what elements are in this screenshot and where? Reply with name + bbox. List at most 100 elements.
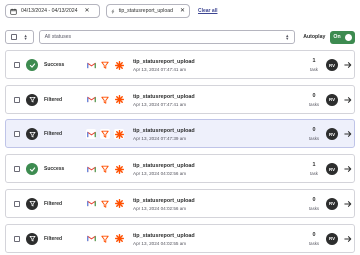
check-icon (26, 163, 38, 176)
zapier-app-icon (114, 164, 124, 175)
filter-app-icon (100, 60, 110, 70)
app-steps (86, 94, 124, 105)
run-row[interactable]: Filtered tip_statusreport_upload Apr 13,… (5, 188, 355, 218)
status-select[interactable]: All statuses ▲ ▼ (38, 30, 296, 44)
task-count: 0 (312, 127, 316, 134)
close-icon[interactable]: ✕ (85, 8, 90, 14)
avatar: RV (326, 163, 338, 176)
close-icon[interactable]: ✕ (180, 8, 185, 14)
toggle-label: On (333, 34, 341, 40)
bolt-icon (111, 9, 115, 13)
run-row[interactable]: Filtered tip_statusreport_upload Apr 13,… (5, 223, 355, 253)
task-count-label: tasks (308, 205, 320, 211)
updown-icon: ▲ ▼ (285, 33, 290, 41)
autoplay-label: Autoplay (303, 34, 326, 40)
filter-icon (26, 232, 38, 245)
run-date: Apr 13, 2024 04:02:56 am (133, 205, 187, 211)
zap-title: tip_statusreport_upload (133, 163, 195, 170)
avatar: RV (326, 128, 338, 141)
row-checkbox[interactable] (14, 62, 20, 68)
avatar: RV (326, 93, 338, 106)
avatar: RV (326, 232, 338, 245)
gmail-icon (86, 129, 96, 140)
run-status: Filtered (44, 235, 63, 242)
zapier-app-icon (114, 94, 124, 105)
run-status: Filtered (44, 96, 63, 103)
filter-app-icon (100, 198, 110, 209)
zapier-app-icon (114, 129, 124, 140)
zapier-app-icon (114, 198, 124, 209)
run-status: Success (44, 62, 65, 68)
task-count-label: tasks (308, 101, 320, 107)
date-range-value: 04/13/2024 - 04/13/2024 (21, 8, 78, 14)
row-checkbox[interactable] (14, 166, 20, 173)
run-row[interactable]: Success tip_statusreport_upload Apr 13, … (5, 154, 355, 184)
run-date: Apr 13, 2024 07:47:41 am (133, 67, 187, 72)
zap-title: tip_statusreport_upload (133, 59, 195, 65)
date-range-filter[interactable]: 04/13/2024 - 04/13/2024 ✕ (5, 4, 100, 18)
arrow-right-icon[interactable] (343, 94, 353, 106)
row-checkbox[interactable] (14, 235, 20, 242)
run-status: Success (44, 166, 65, 173)
app-steps (86, 198, 124, 209)
select-all-dropdown[interactable]: ▲ ▼ (5, 30, 34, 44)
zap-title: tip_statusreport_upload (133, 128, 195, 135)
zap-filter[interactable]: tip_statusreport_upload ✕ (106, 4, 190, 18)
calendar-icon (10, 8, 17, 15)
run-row[interactable]: Success tip_statusreport_upload Apr 13, … (5, 50, 355, 79)
avatar: RV (326, 59, 338, 71)
zap-filter-value: tip_statusreport_upload (118, 8, 173, 14)
task-count: 0 (312, 92, 316, 99)
check-icon (26, 59, 38, 71)
filter-icon (26, 93, 38, 106)
autoplay-toggle[interactable]: On (330, 30, 355, 44)
task-count-label: tasks (308, 240, 320, 246)
row-checkbox[interactable] (14, 96, 20, 103)
task-count-label: tasks (308, 136, 320, 142)
zap-title: tip_statusreport_upload (133, 93, 195, 100)
filter-app-icon (100, 164, 110, 175)
app-steps (86, 60, 124, 70)
zap-title: tip_statusreport_upload (133, 232, 195, 239)
status-select-value: All statuses (44, 34, 72, 40)
controls-bar: ▲ ▼ All statuses ▲ ▼ Autoplay On (5, 30, 355, 44)
arrow-right-icon[interactable] (343, 233, 353, 245)
run-row[interactable]: Filtered tip_statusreport_upload Apr 13,… (5, 84, 355, 114)
updown-icon: ▲ ▼ (23, 33, 28, 41)
task-count: 1 (312, 162, 316, 169)
task-count: 1 (312, 58, 316, 64)
run-status: Filtered (44, 200, 63, 207)
zapier-app-icon (114, 233, 124, 244)
clear-all-link[interactable]: Clear all (198, 8, 217, 14)
app-steps (86, 233, 124, 244)
filter-icon (26, 128, 38, 141)
gmail-icon (86, 164, 96, 175)
app-steps (86, 164, 124, 175)
run-date: Apr 13, 2024 04:02:56 am (133, 171, 187, 177)
arrow-right-icon[interactable] (343, 163, 353, 175)
filter-app-icon (100, 129, 110, 140)
gmail-icon (86, 94, 96, 105)
task-count: 0 (312, 196, 316, 203)
arrow-right-icon[interactable] (343, 59, 353, 71)
gmail-icon (86, 60, 96, 70)
zap-title: tip_statusreport_upload (133, 197, 195, 204)
gmail-icon (86, 233, 96, 244)
arrow-right-icon[interactable] (343, 128, 353, 140)
arrow-right-icon[interactable] (343, 198, 353, 210)
filter-icon (26, 197, 38, 210)
run-row[interactable]: Filtered tip_statusreport_upload Apr 13,… (5, 119, 355, 149)
task-count: 0 (312, 231, 316, 238)
row-checkbox[interactable] (14, 200, 20, 207)
filter-app-icon (100, 94, 110, 105)
app-steps (86, 129, 124, 140)
task-count-label: task (310, 171, 318, 177)
gmail-icon (86, 198, 96, 209)
task-count-label: task (310, 67, 318, 72)
row-checkbox[interactable] (14, 131, 20, 138)
run-status: Filtered (44, 131, 63, 138)
run-date: Apr 13, 2024 07:47:41 am (133, 101, 187, 107)
select-all-checkbox[interactable] (11, 34, 17, 40)
filter-app-icon (100, 233, 110, 244)
run-date: Apr 13, 2024 04:02:55 am (133, 240, 187, 246)
